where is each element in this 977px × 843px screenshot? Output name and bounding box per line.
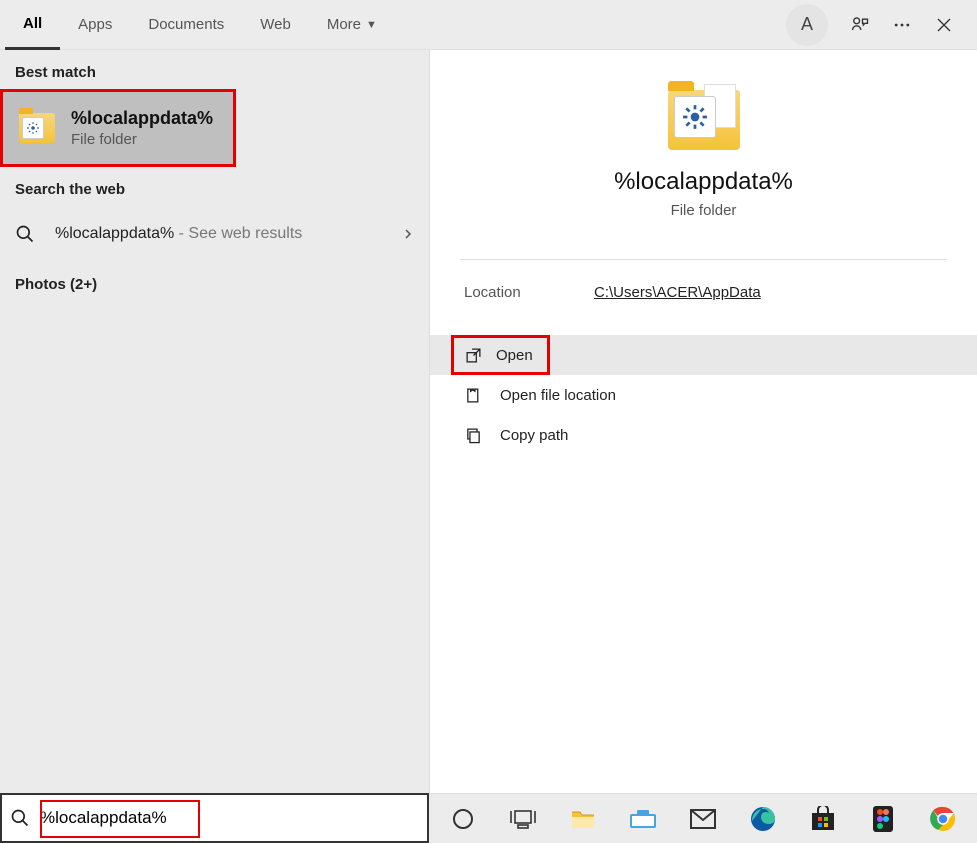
header-right: A: [786, 4, 972, 46]
preview-top: %localappdata% File folder: [430, 50, 977, 229]
chevron-right-icon: [402, 226, 414, 242]
location-value[interactable]: C:\Users\ACER\AppData: [594, 284, 761, 301]
action-open-label: Open: [496, 347, 533, 364]
action-open[interactable]: Open: [430, 335, 977, 375]
search-web-label: Search the web: [0, 167, 429, 206]
web-result[interactable]: %localappdata% - See web results: [0, 206, 429, 262]
body: Best match %localappdata% File folder Se…: [0, 50, 977, 793]
edge-icon[interactable]: [749, 805, 777, 833]
chevron-down-icon: ▼: [366, 19, 377, 31]
more-icon[interactable]: [892, 15, 912, 35]
action-open-location[interactable]: Open file location: [430, 375, 977, 415]
tab-web[interactable]: Web: [242, 0, 309, 50]
tab-all[interactable]: All: [5, 0, 60, 50]
preview-title: %localappdata%: [614, 168, 793, 196]
file-explorer-icon[interactable]: [569, 805, 597, 833]
action-copy-path-label: Copy path: [500, 427, 568, 444]
store-icon[interactable]: [809, 805, 837, 833]
best-match-subtitle: File folder: [71, 131, 213, 148]
best-match-text: %localappdata% File folder: [71, 108, 213, 148]
actions: Open Open file location Copy path: [430, 335, 977, 455]
folder-icon: [18, 109, 56, 147]
best-match-label: Best match: [0, 50, 429, 89]
task-view-icon[interactable]: [509, 805, 537, 833]
location-label: Location: [464, 284, 594, 301]
taskbar: [429, 793, 977, 843]
action-open-location-label: Open file location: [500, 387, 616, 404]
web-result-query: %localappdata%: [55, 225, 174, 242]
preview-subtitle: File folder: [671, 202, 737, 219]
search-box[interactable]: [0, 793, 429, 843]
tab-apps[interactable]: Apps: [60, 0, 130, 50]
figma-icon[interactable]: [869, 805, 897, 833]
footer: [0, 793, 977, 843]
preview-folder-icon: [668, 90, 740, 150]
cortana-icon[interactable]: [449, 805, 477, 833]
search-input[interactable]: [40, 795, 419, 841]
results-pane: Best match %localappdata% File folder Se…: [0, 50, 430, 793]
search-icon: [15, 224, 37, 244]
web-result-text: %localappdata% - See web results: [55, 225, 384, 243]
tab-more-label: More: [327, 16, 361, 33]
search-window: All Apps Documents Web More ▼ A Best: [0, 0, 977, 843]
best-match-title: %localappdata%: [71, 108, 213, 129]
location-row: Location C:\Users\ACER\AppData: [430, 260, 977, 325]
photos-label[interactable]: Photos (2+): [0, 262, 429, 301]
tab-more[interactable]: More ▼: [309, 0, 395, 50]
header: All Apps Documents Web More ▼ A: [0, 0, 977, 50]
best-match-result[interactable]: %localappdata% File folder: [0, 89, 236, 167]
chrome-icon[interactable]: [929, 805, 957, 833]
search-icon: [10, 808, 30, 828]
feedback-icon[interactable]: [850, 15, 870, 35]
mail-icon[interactable]: [689, 805, 717, 833]
avatar[interactable]: A: [786, 4, 828, 46]
open-external-icon: [464, 347, 482, 364]
copy-icon: [464, 427, 482, 444]
action-copy-path[interactable]: Copy path: [430, 415, 977, 455]
keyboard-icon[interactable]: [629, 805, 657, 833]
preview-pane: %localappdata% File folder Location C:\U…: [430, 50, 977, 793]
close-icon[interactable]: [934, 15, 954, 35]
file-location-icon: [464, 387, 482, 404]
tab-documents[interactable]: Documents: [130, 0, 242, 50]
tabs: All Apps Documents Web More ▼: [5, 0, 786, 50]
web-result-suffix: - See web results: [179, 225, 303, 242]
